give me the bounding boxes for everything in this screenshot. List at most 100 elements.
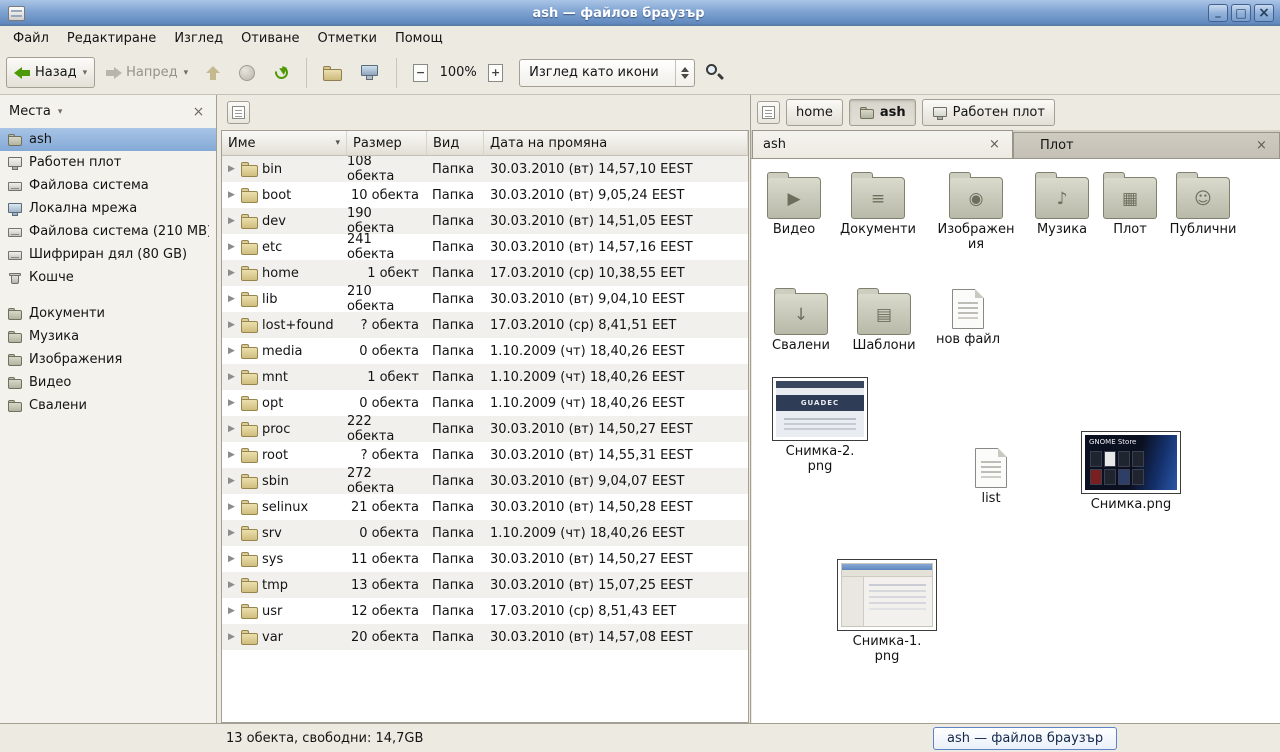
menu-item-view[interactable]: Изглед (165, 26, 232, 51)
image-item-snimka[interactable]: GNOME Store Снимка.png (1079, 431, 1183, 512)
tab-ash[interactable]: ash (752, 130, 1013, 158)
table-row[interactable]: sys11 обектаПапка30.03.2010 (вт) 14,50,2… (222, 546, 748, 572)
table-row[interactable]: dev190 обектаПапка30.03.2010 (вт) 14,51,… (222, 208, 748, 234)
sidebar-item-pictures[interactable]: Изображения (0, 348, 216, 371)
back-button[interactable]: Назад ▾ (6, 57, 95, 88)
expander-icon[interactable] (226, 294, 237, 304)
column-header-name[interactable]: Име ▾ (222, 131, 347, 155)
breadcrumb-home[interactable]: home (786, 99, 843, 126)
zoom-out-button[interactable] (405, 57, 436, 88)
combo-spinner-icon[interactable] (675, 60, 694, 86)
expander-icon[interactable] (226, 164, 237, 174)
breadcrumb-desktop[interactable]: Работен плот (922, 99, 1055, 126)
expander-icon[interactable] (226, 632, 237, 642)
expander-icon[interactable] (226, 554, 237, 564)
file-item-new-file[interactable]: нов файл (926, 285, 1010, 347)
pane-location-button[interactable] (227, 101, 250, 124)
reload-button[interactable] (265, 57, 298, 88)
folder-item-downloads[interactable]: ↓ Свалени (759, 287, 843, 353)
menu-item-go[interactable]: Отиване (232, 26, 308, 51)
table-row[interactable]: usr12 обектаПапка17.03.2010 (ср) 8,51,43… (222, 598, 748, 624)
expander-icon[interactable] (226, 450, 237, 460)
expander-icon[interactable] (226, 580, 237, 590)
table-row[interactable]: root? обектаПапка30.03.2010 (вт) 14,55,3… (222, 442, 748, 468)
back-dropdown-chevron-icon[interactable]: ▾ (83, 68, 88, 78)
expander-icon[interactable] (226, 398, 237, 408)
table-row[interactable]: lib210 обектаПапка30.03.2010 (вт) 9,04,1… (222, 286, 748, 312)
folder-item-pictures[interactable]: ◉ Изображения (934, 171, 1018, 252)
maximize-button[interactable] (1231, 4, 1251, 22)
taskbar-window-button[interactable]: ash — файлов браузър (933, 727, 1117, 750)
table-row[interactable]: etc241 обектаПапка30.03.2010 (вт) 14,57,… (222, 234, 748, 260)
icon-view[interactable]: ▶ Видео ≡ Документи ◉ Изображения ♪ Музи… (752, 159, 1280, 723)
sidebar-item-ash[interactable]: ash (0, 128, 216, 151)
forward-button[interactable]: Напред ▾ (97, 57, 196, 88)
table-row[interactable]: media0 обектаПапка1.10.2009 (чт) 18,40,2… (222, 338, 748, 364)
sidebar-item-trash[interactable]: Кошче (0, 266, 216, 289)
computer-button[interactable] (352, 57, 388, 88)
file-item-list[interactable]: list (949, 444, 1033, 506)
tab-plot[interactable]: Плот (1013, 132, 1280, 158)
expander-icon[interactable] (226, 268, 237, 278)
minimize-button[interactable] (1208, 4, 1228, 22)
folder-item-documents[interactable]: ≡ Документи (836, 171, 920, 237)
column-header-date[interactable]: Дата на промяна (484, 131, 748, 155)
folder-item-public[interactable]: ☺ Публични (1161, 171, 1245, 237)
breadcrumb-ash[interactable]: ash (849, 99, 916, 126)
sidebar-selector-chevron-icon[interactable]: ▾ (58, 107, 63, 117)
tab-close-icon[interactable] (987, 137, 1002, 152)
expander-icon[interactable] (226, 242, 237, 252)
expander-icon[interactable] (226, 528, 237, 538)
image-item-snimka-2[interactable]: GUADEC Снимка-2.png (770, 377, 870, 474)
sidebar-item-downloads[interactable]: Свалени (0, 394, 216, 417)
expander-icon[interactable] (226, 346, 237, 356)
search-button[interactable] (697, 57, 732, 88)
sidebar-item-music[interactable]: Музика (0, 325, 216, 348)
column-header-size[interactable]: Размер (347, 131, 427, 155)
expander-icon[interactable] (226, 424, 237, 434)
folder-item-templates[interactable]: ▤ Шаблони (842, 287, 926, 353)
sidebar-item-desktop[interactable]: Работен плот (0, 151, 216, 174)
table-row[interactable]: srv0 обектаПапка1.10.2009 (чт) 18,40,26 … (222, 520, 748, 546)
expander-icon[interactable] (226, 190, 237, 200)
expander-icon[interactable] (226, 476, 237, 486)
sidebar-item-videos[interactable]: Видео (0, 371, 216, 394)
image-item-snimka-1[interactable]: Снимка-1.png (835, 559, 939, 664)
expander-icon[interactable] (226, 372, 237, 382)
pane-location-button[interactable] (757, 101, 780, 124)
expander-icon[interactable] (226, 502, 237, 512)
folder-item-video[interactable]: ▶ Видео (752, 171, 836, 237)
menu-item-file[interactable]: Файл (4, 26, 58, 51)
menu-item-edit[interactable]: Редактиране (58, 26, 165, 51)
table-row[interactable]: bin108 обектаПапка30.03.2010 (вт) 14,57,… (222, 156, 748, 182)
table-row[interactable]: home1 обектПапка17.03.2010 (ср) 10,38,55… (222, 260, 748, 286)
expander-icon[interactable] (226, 606, 237, 616)
table-row[interactable]: sbin272 обектаПапка30.03.2010 (вт) 9,04,… (222, 468, 748, 494)
home-button[interactable] (315, 57, 350, 88)
table-row[interactable]: boot10 обектаПапка30.03.2010 (вт) 9,05,2… (222, 182, 748, 208)
table-row[interactable]: var20 обектаПапка30.03.2010 (вт) 14,57,0… (222, 624, 748, 650)
sidebar-item-filesystem[interactable]: Файлова система (0, 174, 216, 197)
expander-icon[interactable] (226, 320, 237, 330)
tab-close-icon[interactable] (1254, 138, 1269, 153)
table-row[interactable]: mnt1 обектПапка1.10.2009 (чт) 18,40,26 E… (222, 364, 748, 390)
title-bar[interactable]: ash — файлов браузър (0, 0, 1280, 26)
expander-icon[interactable] (226, 216, 237, 226)
up-button[interactable] (198, 57, 229, 88)
stop-button[interactable] (231, 57, 263, 88)
table-row[interactable]: opt0 обектаПапка1.10.2009 (чт) 18,40,26 … (222, 390, 748, 416)
table-row[interactable]: lost+found? обектаПапка17.03.2010 (ср) 8… (222, 312, 748, 338)
sidebar-item-encrypted-80gb[interactable]: Шифриран дял (80 GB) (0, 243, 216, 266)
table-row[interactable]: selinux21 обектаПапка30.03.2010 (вт) 14,… (222, 494, 748, 520)
view-mode-selector[interactable]: Изглед като икони (519, 59, 695, 87)
menu-item-bookmarks[interactable]: Отметки (308, 26, 385, 51)
folder-item-desktop[interactable]: ▦ Плот (1088, 171, 1172, 237)
zoom-in-button[interactable] (480, 57, 511, 88)
column-header-type[interactable]: Вид (427, 131, 484, 155)
sidebar-item-filesystem-210mb[interactable]: Файлова система (210 MB) (0, 220, 216, 243)
table-row[interactable]: proc222 обектаПапка30.03.2010 (вт) 14,50… (222, 416, 748, 442)
menu-item-help[interactable]: Помощ (386, 26, 452, 51)
sidebar-item-documents[interactable]: Документи (0, 302, 216, 325)
close-button[interactable] (1254, 4, 1274, 22)
sidebar-close-icon[interactable] (190, 103, 207, 120)
